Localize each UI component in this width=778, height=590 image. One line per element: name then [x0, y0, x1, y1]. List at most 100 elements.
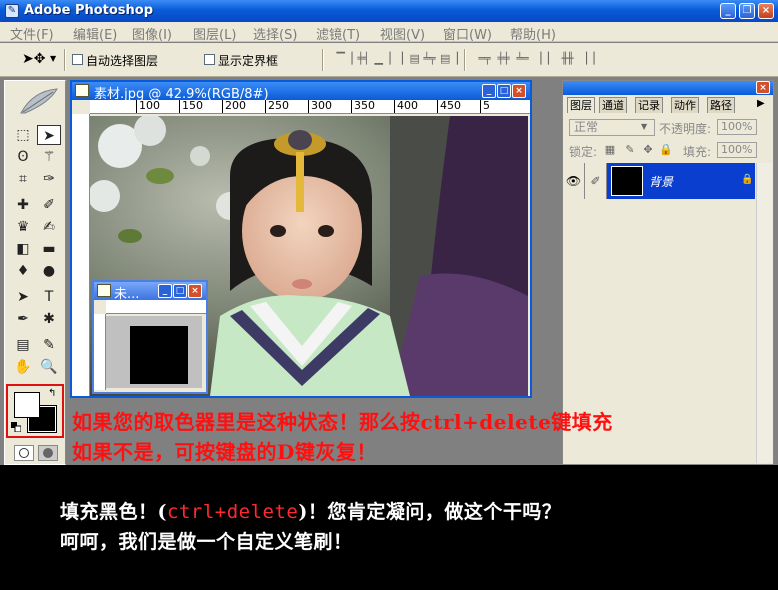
- small-close-button[interactable]: ×: [188, 284, 202, 298]
- distribute-left-icon[interactable]: ▏▏: [540, 52, 557, 66]
- notes-tool-icon[interactable]: ▤: [11, 335, 35, 355]
- minimize-button[interactable]: _: [720, 3, 736, 19]
- tab-channels[interactable]: 通道: [599, 97, 627, 113]
- lock-position-icon[interactable]: ✥: [641, 144, 655, 156]
- history-brush-tool-icon[interactable]: ✍: [37, 217, 61, 237]
- move-tool-preset-icon[interactable]: ➤✥: [22, 51, 45, 67]
- path-selection-tool-icon[interactable]: ➤: [11, 287, 35, 307]
- close-button[interactable]: ×: [758, 3, 774, 19]
- color-picker-highlight: ↰: [6, 384, 64, 438]
- distribute-vcenter-icon[interactable]: ╪╪: [495, 52, 511, 66]
- move-tool-icon[interactable]: ➤: [37, 125, 61, 145]
- swap-colors-icon[interactable]: ↰: [48, 388, 56, 399]
- chevron-down-icon[interactable]: ▼: [50, 54, 56, 63]
- small-vertical-ruler: [94, 314, 106, 390]
- default-colors-icon[interactable]: [11, 422, 21, 432]
- hand-tool-icon[interactable]: ✋: [11, 357, 35, 377]
- panel-close-button[interactable]: ×: [756, 81, 770, 94]
- align-hcenter-icon[interactable]: ╧╤: [421, 52, 437, 66]
- tab-history[interactable]: 记录: [635, 97, 663, 113]
- distribute-top-icon[interactable]: ═╤: [476, 52, 492, 66]
- document-icon: [75, 84, 89, 97]
- opacity-label: 不透明度:: [659, 122, 712, 136]
- align-top-icon[interactable]: ▔▕: [336, 52, 353, 66]
- doc-minimize-button[interactable]: _: [482, 84, 496, 98]
- menu-filter[interactable]: 滤镜(T): [316, 24, 360, 43]
- eye-icon[interactable]: 👁: [563, 163, 585, 199]
- panel-menu-icon[interactable]: ▶: [757, 98, 765, 109]
- instruction-note-line1: 如果您的取色器里是这种状态！那么按ctrl+delete键填充: [72, 410, 613, 434]
- ruler-label: 250: [268, 100, 289, 112]
- eyedropper-tool-icon[interactable]: ✎: [37, 335, 61, 355]
- new-document-canvas[interactable]: [106, 316, 202, 388]
- lasso-tool-icon[interactable]: ʘ: [11, 147, 35, 167]
- menu-layer[interactable]: 图层(L): [193, 24, 236, 43]
- eraser-tool-icon[interactable]: ◧: [11, 239, 35, 259]
- tutorial-caption: 填充黑色！(ctrl+delete)！您肯定凝问，做这个干吗？ 呵呵，我们是做一…: [0, 465, 778, 590]
- toolbar-separator: [64, 49, 66, 71]
- lock-transparency-icon[interactable]: ▦: [603, 144, 617, 156]
- small-minimize-button[interactable]: _: [158, 284, 172, 298]
- custom-shape-tool-icon[interactable]: ✱: [37, 309, 61, 329]
- menu-view[interactable]: 视图(V): [380, 24, 425, 43]
- fill-label: 填充:: [683, 145, 712, 159]
- marquee-tool-icon[interactable]: ⬚: [11, 125, 35, 145]
- small-maximize-button[interactable]: □: [173, 284, 187, 298]
- gradient-tool-icon[interactable]: ▬: [37, 239, 61, 259]
- zoom-tool-icon[interactable]: 🔍: [37, 357, 61, 377]
- auto-select-layer-checkbox[interactable]: [72, 54, 83, 65]
- lock-pixels-icon[interactable]: ✎: [623, 144, 637, 156]
- brush-tool-icon[interactable]: ✐: [37, 195, 61, 215]
- crop-tool-icon[interactable]: ⌗: [11, 169, 35, 189]
- layer-name: 背景: [649, 175, 674, 189]
- options-bar: ➤✥ ▼ 自动选择图层 显示定界框 ▔▕ ╪╡ ▁▕ ▏▤ ╧╤ ▤▕ ═╤ ╪…: [0, 43, 778, 77]
- tab-layers[interactable]: 图层: [567, 97, 595, 113]
- menu-help[interactable]: 帮助(H): [510, 24, 556, 43]
- magic-wand-tool-icon[interactable]: ⚚: [37, 147, 61, 167]
- menu-file[interactable]: 文件(F): [10, 24, 54, 43]
- layers-scrollbar[interactable]: [756, 163, 772, 463]
- show-bounding-box-checkbox[interactable]: [204, 54, 215, 65]
- menu-select[interactable]: 选择(S): [253, 24, 297, 43]
- opacity-field[interactable]: 100%: [717, 119, 757, 135]
- slice-tool-icon[interactable]: ✑: [37, 169, 61, 189]
- doc-maximize-button[interactable]: □: [497, 84, 511, 98]
- align-vcenter-icon[interactable]: ╪╡: [355, 52, 371, 66]
- toolbar-separator: [464, 49, 466, 71]
- menu-edit[interactable]: 编辑(E): [73, 24, 117, 43]
- distribute-right-icon[interactable]: ▕▕: [578, 52, 595, 66]
- horizontal-ruler: 100 150 200 250 300 350 400 450 5: [90, 100, 530, 114]
- align-bottom-icon[interactable]: ▁▕: [374, 52, 391, 66]
- type-tool-icon[interactable]: T: [37, 287, 61, 307]
- caption-line1-pre: 填充黑色！(: [60, 501, 167, 523]
- lock-icon: 🔒: [741, 174, 754, 185]
- foreground-color-swatch[interactable]: [14, 392, 40, 418]
- ruler-label: 400: [397, 100, 418, 112]
- distribute-bottom-icon[interactable]: ╧═: [514, 52, 530, 66]
- lock-all-icon[interactable]: 🔒: [659, 144, 673, 156]
- standard-mode-button[interactable]: [14, 445, 34, 461]
- tab-actions[interactable]: 动作: [671, 97, 699, 113]
- brush-icon[interactable]: ✐: [585, 163, 607, 199]
- new-document-window: 未... _ □ ×: [92, 280, 208, 394]
- blur-tool-icon[interactable]: ♦: [11, 261, 35, 281]
- align-left-icon[interactable]: ▏▤: [402, 52, 420, 66]
- layer-row-background[interactable]: 👁 ✐ 背景 🔒: [563, 163, 755, 199]
- dodge-tool-icon[interactable]: ●: [37, 261, 61, 281]
- chevron-down-icon[interactable]: ▼: [641, 122, 647, 131]
- photoshop-feather-icon[interactable]: [19, 87, 59, 117]
- align-right-icon[interactable]: ▤▕: [440, 52, 458, 66]
- pen-tool-icon[interactable]: ✒: [11, 309, 35, 329]
- menu-image[interactable]: 图像(I): [132, 24, 172, 43]
- restore-button[interactable]: ❐: [739, 3, 755, 19]
- document-icon: [97, 284, 111, 297]
- quick-mask-mode-button[interactable]: [38, 445, 58, 461]
- healing-brush-tool-icon[interactable]: ✚: [11, 195, 35, 215]
- distribute-hcenter-icon[interactable]: ╫╫: [559, 52, 575, 66]
- menu-window[interactable]: 窗口(W): [443, 24, 492, 43]
- auto-select-layer-label: 自动选择图层: [86, 54, 159, 68]
- doc-close-button[interactable]: ×: [512, 84, 526, 98]
- tab-paths[interactable]: 路径: [707, 97, 735, 113]
- clone-stamp-tool-icon[interactable]: ♛: [11, 217, 35, 237]
- fill-field[interactable]: 100%: [717, 142, 757, 158]
